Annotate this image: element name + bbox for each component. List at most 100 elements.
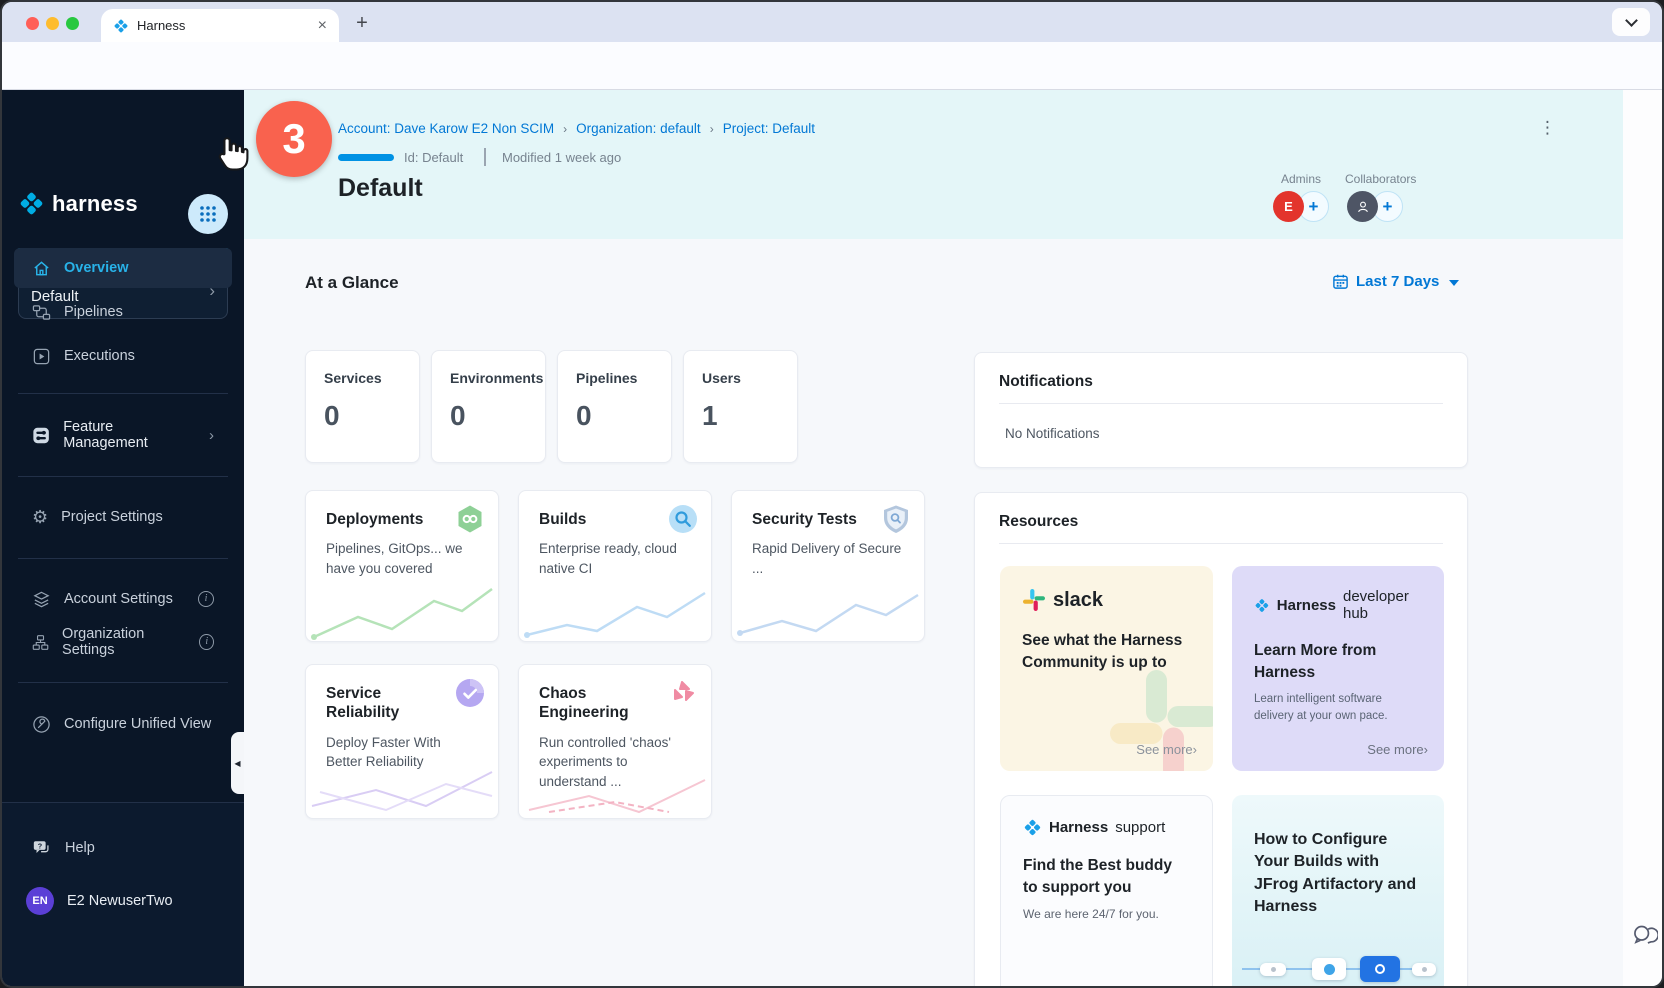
resource-heading: Find the Best buddy to support you (1023, 855, 1190, 898)
layers-gear-icon (32, 590, 51, 609)
sidebar-item-project-settings[interactable]: ⚙ Project Settings (14, 497, 232, 537)
pipeline-node (1312, 958, 1346, 980)
slack-wordmark: slack (1053, 589, 1103, 612)
module-description: Pipelines, GitOps... we have you covered (326, 539, 476, 578)
module-description: Enterprise ready, cloud native CI (539, 539, 689, 578)
sidebar-item-label: Help (65, 840, 95, 856)
info-icon[interactable]: i (199, 634, 214, 650)
pipeline-node (1260, 963, 1286, 976)
stat-card-pipelines: Pipelines 0 (557, 350, 672, 463)
wrench-circle-icon (32, 715, 51, 734)
sidebar-item-label: Project Settings (61, 509, 163, 525)
module-grid-button[interactable] (188, 194, 228, 234)
security-shield-icon (881, 504, 911, 534)
person-icon (1355, 199, 1371, 215)
maximize-window-button[interactable] (66, 17, 79, 30)
tab-search-button[interactable] (1612, 8, 1650, 36)
svg-text:?: ? (38, 841, 43, 850)
service-reliability-icon (455, 678, 485, 708)
brand-name: harness (52, 191, 138, 217)
chat-launcher-icon[interactable] (1631, 922, 1658, 949)
sidebar-item-label: Pipelines (64, 304, 123, 320)
breadcrumb-account-link[interactable]: Account: Dave Karow E2 Non SCIM (338, 121, 554, 136)
module-title: Deployments (326, 510, 451, 529)
tab-title: Harness (137, 18, 310, 33)
sidebar-user[interactable]: EN E2 NewuserTwo (14, 881, 232, 921)
notifications-empty-text: No Notifications (999, 426, 1443, 441)
collaborators-label: Collaborators (1345, 172, 1416, 186)
module-card-deployments[interactable]: Deployments Pipelines, GitOps... we have… (305, 490, 499, 642)
project-header: Account: Dave Karow E2 Non SCIM › Organi… (244, 90, 1623, 239)
module-card-service-reliability[interactable]: Service Reliability Deploy Faster With B… (305, 664, 499, 819)
admin-avatar[interactable]: E (1273, 191, 1304, 222)
breadcrumb-org-link[interactable]: Organization: default (576, 121, 701, 136)
admins-label: Admins (1281, 172, 1321, 186)
sidebar-item-overview[interactable]: Overview (14, 248, 232, 288)
sidebar-item-executions[interactable]: Executions (14, 336, 232, 376)
project-id: Id: Default (404, 150, 463, 165)
sidebar-divider (18, 682, 228, 683)
resource-body: Learn intelligent software delivery at y… (1254, 691, 1422, 724)
see-more-link[interactable]: See more› (1367, 742, 1428, 757)
browser-tab[interactable]: Harness × (101, 9, 339, 42)
module-title: Chaos Engineering (539, 684, 664, 723)
right-gutter (1623, 90, 1664, 988)
harness-logo[interactable]: harness (18, 190, 138, 217)
harness-logo-icon (1023, 818, 1042, 837)
chevron-right-icon: › (563, 122, 567, 136)
module-card-security-tests[interactable]: Security Tests Rapid Delivery of Secure … (731, 490, 925, 642)
resource-card-slack[interactable]: slack See what the Harness Community is … (1000, 566, 1213, 771)
browser-window: Harness × + ← → ↻ app.harness.io/ng/acco… (0, 0, 1664, 988)
tab-close-icon[interactable]: × (318, 18, 327, 34)
harness-logo-icon (1254, 596, 1270, 615)
notifications-title: Notifications (999, 373, 1443, 391)
project-color-bar (338, 154, 394, 161)
sidebar-footer: ? Help EN E2 NewuserTwo (2, 802, 244, 988)
new-tab-button[interactable]: + (348, 10, 376, 38)
date-range-picker[interactable]: Last 7 Days (1332, 273, 1459, 290)
close-window-button[interactable] (26, 17, 39, 30)
collaborator-avatar[interactable] (1347, 191, 1378, 222)
module-card-chaos-engineering[interactable]: Chaos Engineering Run controlled 'chaos'… (518, 664, 712, 819)
harness-logo-icon (18, 190, 45, 217)
info-icon[interactable]: i (198, 591, 214, 607)
sidebar-item-account-settings[interactable]: Account Settings i (14, 579, 232, 619)
slack-logo-icon (1022, 588, 1046, 612)
builds-sparkline (519, 581, 712, 641)
pipeline-diagram (1242, 956, 1434, 982)
stat-value: 1 (702, 400, 779, 432)
brand-bold: Harness (1277, 597, 1336, 614)
sidebar-item-pipelines[interactable]: Pipelines (14, 292, 232, 332)
resource-card-developer-hub[interactable]: Harness developer hub Learn More from Ha… (1232, 566, 1444, 771)
resource-card-jfrog[interactable]: How to Configure Your Builds with JFrog … (1232, 795, 1444, 988)
stat-label: Environments (450, 370, 527, 386)
sidebar-item-organization-settings[interactable]: Organization Settings i (14, 622, 232, 662)
chevron-right-icon: › (710, 122, 714, 136)
sidebar-item-help[interactable]: ? Help (14, 828, 232, 868)
module-title: Service Reliability (326, 684, 451, 723)
gear-icon: ⚙ (32, 508, 48, 526)
chevron-down-icon (1625, 14, 1638, 27)
minimize-window-button[interactable] (46, 17, 59, 30)
pipeline-node (1412, 963, 1436, 976)
brand-bold: Harness (1049, 819, 1108, 836)
resource-body: We are here 24/7 for you. (1023, 906, 1190, 923)
sidebar-item-feature-management[interactable]: Feature Management › (14, 415, 232, 455)
sidebar-item-label: Organization Settings (62, 626, 186, 658)
stat-label: Users (702, 370, 779, 386)
deployments-icon (455, 504, 485, 534)
see-more-link[interactable]: See more› (1136, 742, 1197, 757)
grid-icon (199, 205, 217, 223)
modified-text: Modified 1 week ago (502, 150, 621, 165)
header-menu-icon[interactable]: ⋮ (1539, 118, 1556, 138)
sidebar-item-configure-unified-view[interactable]: Configure Unified View (14, 704, 232, 744)
sidebar-collapse-handle[interactable]: ◀ (231, 732, 244, 794)
resource-card-support[interactable]: Harness support Find the Best buddy to s… (1000, 795, 1213, 988)
module-description: Rapid Delivery of Secure ... (752, 539, 902, 578)
sidebar-item-label: Feature Management (63, 419, 196, 451)
module-card-builds[interactable]: Builds Enterprise ready, cloud native CI (518, 490, 712, 642)
stat-label: Services (324, 370, 401, 386)
org-gear-icon (32, 633, 49, 652)
breadcrumb-project-link[interactable]: Project: Default (723, 121, 815, 136)
stat-label: Pipelines (576, 370, 653, 386)
